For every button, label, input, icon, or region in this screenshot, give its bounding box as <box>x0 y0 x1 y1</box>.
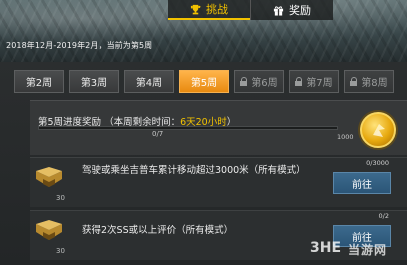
watermark-text: 当游网 <box>348 243 388 257</box>
week-label: 第4周 <box>135 78 163 89</box>
week-label: 第3周 <box>80 78 108 89</box>
week-tab-3[interactable]: 第3周 <box>69 70 119 93</box>
week-tab-7[interactable]: 第7周 <box>289 70 339 93</box>
week-label: 第5周 <box>190 78 218 89</box>
task-progress: 0/2 <box>378 212 389 220</box>
emblem-level: 30 <box>56 194 65 202</box>
reward-count: 1000 <box>337 133 354 141</box>
week-label: 第7周 <box>306 78 333 89</box>
week-label: 第6周 <box>251 78 278 89</box>
tab-rewards[interactable]: 奖励 <box>250 0 333 20</box>
week-tab-8[interactable]: 第8周 <box>344 70 394 93</box>
tab-challenge[interactable]: 挑战 <box>168 0 250 20</box>
week-tabs: 第2周 第3周 第4周 第5周 第6周 第7周 第8周 <box>14 70 394 93</box>
week-label: 第8周 <box>361 78 388 89</box>
tab-rewards-label: 奖励 <box>289 4 311 17</box>
season-info: 2018年12月-2019年2月，当前为第5周 <box>6 41 153 50</box>
week-tab-5[interactable]: 第5周 <box>179 70 229 93</box>
rank-emblem-icon <box>36 167 62 187</box>
rank-emblem-icon <box>36 220 62 240</box>
lock-icon <box>240 77 248 86</box>
watermark-logo: 3HE <box>310 240 342 256</box>
go-button[interactable]: 前往 <box>333 172 391 194</box>
lock-icon <box>295 77 303 86</box>
task-progress: 0/3000 <box>366 159 389 167</box>
week-label: 第2周 <box>25 78 53 89</box>
weekly-progress-reward: 第5周进度奖励 （本周剩余时间：6天20小时） 0/7 <box>30 100 407 155</box>
coin-emblem-icon <box>373 124 385 137</box>
tab-challenge-label: 挑战 <box>206 3 228 16</box>
top-tab-bar: 挑战 奖励 <box>168 0 333 20</box>
emblem-level: 30 <box>56 247 65 255</box>
task-description: 获得2次SS或以上评价（所有模式） <box>82 225 234 236</box>
progress-value: 0/7 <box>152 130 164 138</box>
week-tab-2[interactable]: 第2周 <box>14 70 64 93</box>
task-row: 30 驾驶或乘坐吉普车累计移动超过3000米（所有模式） 0/3000 前往 <box>30 157 407 207</box>
site-watermark: 3HE 当游网 <box>310 238 402 260</box>
gift-icon <box>273 5 284 16</box>
task-description: 驾驶或乘坐吉普车累计移动超过3000米（所有模式） <box>82 165 306 176</box>
progress-bar <box>38 126 338 130</box>
week-tab-4[interactable]: 第4周 <box>124 70 174 93</box>
trophy-icon <box>190 4 201 14</box>
lock-icon <box>350 77 358 86</box>
coin-icon[interactable] <box>360 112 396 148</box>
week-tab-6[interactable]: 第6周 <box>234 70 284 93</box>
